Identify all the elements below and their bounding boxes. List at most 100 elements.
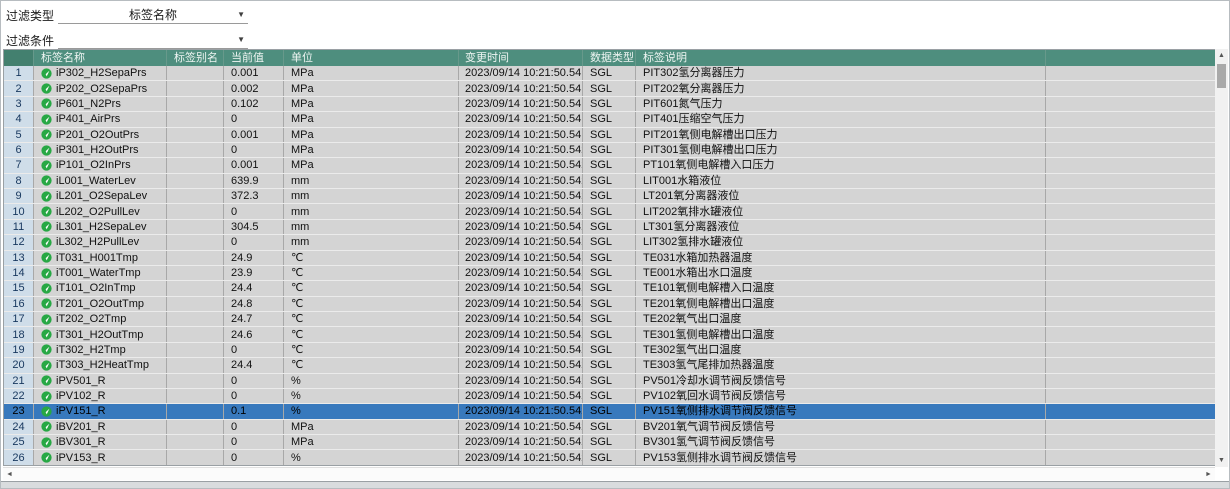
table-row[interactable]: 24 iBV201_R 0 MPa 2023/09/14 10:21:50.54… [4, 420, 1216, 435]
table-row[interactable]: 16 iT201_O2OutTmp 24.8 ℃ 2023/09/14 10:2… [4, 297, 1216, 312]
change-time-cell: 2023/09/14 10:21:50.542 [459, 420, 583, 434]
tag-alias-cell [167, 97, 224, 111]
table-row[interactable]: 3 iP601_N2Prs 0.102 MPa 2023/09/14 10:21… [4, 97, 1216, 112]
filler-cell [1046, 81, 1216, 95]
filler-cell [1046, 112, 1216, 126]
table-body: 1 iP302_H2SepaPrs 0.001 MPa 2023/09/14 1… [4, 66, 1216, 466]
table-row[interactable]: 22 iPV102_R 0 % 2023/09/14 10:21:50.542 … [4, 389, 1216, 404]
unit-cell: MPa [284, 97, 459, 111]
change-time-cell: 2023/09/14 10:21:50.542 [459, 343, 583, 357]
tag-name-cell: iL201_O2SepaLev [34, 189, 167, 203]
filler-cell [1046, 189, 1216, 203]
table-row[interactable]: 12 iL302_H2PullLev 0 mm 2023/09/14 10:21… [4, 235, 1216, 250]
table-row[interactable]: 25 iBV301_R 0 MPa 2023/09/14 10:21:50.54… [4, 435, 1216, 450]
table-row[interactable]: 15 iT101_O2InTmp 24.4 ℃ 2023/09/14 10:21… [4, 281, 1216, 296]
data-type-cell: SGL [583, 235, 636, 249]
table-row[interactable]: 19 iT302_H2Tmp 0 ℃ 2023/09/14 10:21:50.5… [4, 343, 1216, 358]
current-value-cell: 24.4 [224, 358, 284, 372]
unit-cell: ℃ [284, 281, 459, 295]
row-number-cell: 25 [4, 435, 34, 449]
tag-icon [41, 221, 52, 232]
tag-icon [41, 314, 52, 325]
scroll-right-arrow-icon[interactable]: ► [1202, 468, 1215, 481]
unit-cell: ℃ [284, 327, 459, 341]
header-tag-name[interactable]: 标签名称 [34, 50, 167, 66]
header-tag-alias[interactable]: 标签别名 [167, 50, 224, 66]
table-row[interactable]: 8 iL001_WaterLev 639.9 mm 2023/09/14 10:… [4, 174, 1216, 189]
table-row[interactable]: 2 iP202_O2SepaPrs 0.002 MPa 2023/09/14 1… [4, 81, 1216, 96]
tag-name-cell: iL301_H2SepaLev [34, 220, 167, 234]
tag-name-cell: iP202_O2SepaPrs [34, 81, 167, 95]
header-unit[interactable]: 单位 [284, 50, 459, 66]
table-row[interactable]: 10 iL202_O2PullLev 0 mm 2023/09/14 10:21… [4, 204, 1216, 219]
table-row[interactable]: 7 iP101_O2InPrs 0.001 MPa 2023/09/14 10:… [4, 158, 1216, 173]
table-row[interactable]: 14 iT001_WaterTmp 23.9 ℃ 2023/09/14 10:2… [4, 266, 1216, 281]
table-row[interactable]: 18 iT301_H2OutTmp 24.6 ℃ 2023/09/14 10:2… [4, 327, 1216, 342]
tag-description-cell: LIT001水箱液位 [636, 174, 1046, 188]
table-row[interactable]: 20 iT303_H2HeatTmp 24.4 ℃ 2023/09/14 10:… [4, 358, 1216, 373]
change-time-cell: 2023/09/14 10:21:50.542 [459, 174, 583, 188]
row-number-cell: 2 [4, 81, 34, 95]
tag-name-text: iT031_H001Tmp [56, 251, 138, 265]
table-row[interactable]: 4 iP401_AirPrs 0 MPa 2023/09/14 10:21:50… [4, 112, 1216, 127]
tag-description-cell: TE302氢气出口温度 [636, 343, 1046, 357]
filler-cell [1046, 235, 1216, 249]
data-type-cell: SGL [583, 374, 636, 388]
table-row[interactable]: 17 iT202_O2Tmp 24.7 ℃ 2023/09/14 10:21:5… [4, 312, 1216, 327]
tag-name-text: iT302_H2Tmp [56, 343, 126, 357]
tag-alias-cell [167, 251, 224, 265]
tag-name-cell: iP201_O2OutPrs [34, 128, 167, 142]
vertical-scroll-thumb[interactable] [1217, 64, 1226, 88]
filter-type-combobox[interactable]: 标签名称 ▼ [58, 6, 248, 24]
table-row[interactable]: 23 iPV151_R 0.1 % 2023/09/14 10:21:50.54… [4, 404, 1216, 419]
header-change-time[interactable]: 变更时间 [459, 50, 583, 66]
header-tag-description[interactable]: 标签说明 [636, 50, 1046, 66]
table-row[interactable]: 1 iP302_H2SepaPrs 0.001 MPa 2023/09/14 1… [4, 66, 1216, 81]
row-number-cell: 20 [4, 358, 34, 372]
table-row[interactable]: 6 iP301_H2OutPrs 0 MPa 2023/09/14 10:21:… [4, 143, 1216, 158]
data-type-cell: SGL [583, 220, 636, 234]
table-row[interactable]: 26 iPV153_R 0 % 2023/09/14 10:21:50.542 … [4, 450, 1216, 465]
tag-name-text: iP301_H2OutPrs [56, 143, 139, 157]
tag-icon [41, 129, 52, 140]
unit-cell: % [284, 404, 459, 418]
tag-description-cell: BV301氢气调节阀反馈信号 [636, 435, 1046, 449]
row-number-cell: 5 [4, 128, 34, 142]
scroll-up-arrow-icon[interactable]: ▲ [1215, 49, 1228, 62]
scroll-left-arrow-icon[interactable]: ◄ [3, 468, 16, 481]
scroll-down-arrow-icon[interactable]: ▼ [1215, 454, 1228, 467]
table-row[interactable]: 13 iT031_H001Tmp 24.9 ℃ 2023/09/14 10:21… [4, 251, 1216, 266]
filler-cell [1046, 358, 1216, 372]
vertical-scrollbar[interactable]: ▲ ▼ [1215, 49, 1228, 467]
tag-name-text: iT101_O2InTmp [56, 281, 135, 295]
header-current-value[interactable]: 当前值 [224, 50, 284, 66]
tag-icon [41, 83, 52, 94]
tag-alias-cell [167, 312, 224, 326]
table-row[interactable]: 9 iL201_O2SepaLev 372.3 mm 2023/09/14 10… [4, 189, 1216, 204]
header-data-type[interactable]: 数据类型 [583, 50, 636, 66]
current-value-cell: 0 [224, 112, 284, 126]
tag-icon [41, 283, 52, 294]
tag-name-text: iT303_H2HeatTmp [56, 358, 149, 372]
change-time-cell: 2023/09/14 10:21:50.542 [459, 450, 583, 464]
horizontal-scrollbar[interactable]: ◄ ► [3, 467, 1215, 480]
table-header: 标签名称 标签别名 当前值 单位 变更时间 数据类型 标签说明 [4, 50, 1216, 66]
tag-description-cell: PV153氢侧排水调节阀反馈信号 [636, 450, 1046, 464]
table-row[interactable]: 11 iL301_H2SepaLev 304.5 mm 2023/09/14 1… [4, 220, 1216, 235]
tag-alias-cell [167, 235, 224, 249]
filler-cell [1046, 389, 1216, 403]
tag-alias-cell [167, 404, 224, 418]
tag-alias-cell [167, 389, 224, 403]
unit-cell: MPa [284, 158, 459, 172]
current-value-cell: 0 [224, 374, 284, 388]
table-row[interactable]: 21 iPV501_R 0 % 2023/09/14 10:21:50.542 … [4, 374, 1216, 389]
unit-cell: % [284, 389, 459, 403]
current-value-cell: 24.9 [224, 251, 284, 265]
tag-icon [41, 344, 52, 355]
row-number-cell: 8 [4, 174, 34, 188]
tag-alias-cell [167, 204, 224, 218]
filter-condition-combobox[interactable]: ▼ [58, 31, 248, 49]
table-row[interactable]: 5 iP201_O2OutPrs 0.001 MPa 2023/09/14 10… [4, 128, 1216, 143]
data-type-cell: SGL [583, 189, 636, 203]
tag-alias-cell [167, 189, 224, 203]
